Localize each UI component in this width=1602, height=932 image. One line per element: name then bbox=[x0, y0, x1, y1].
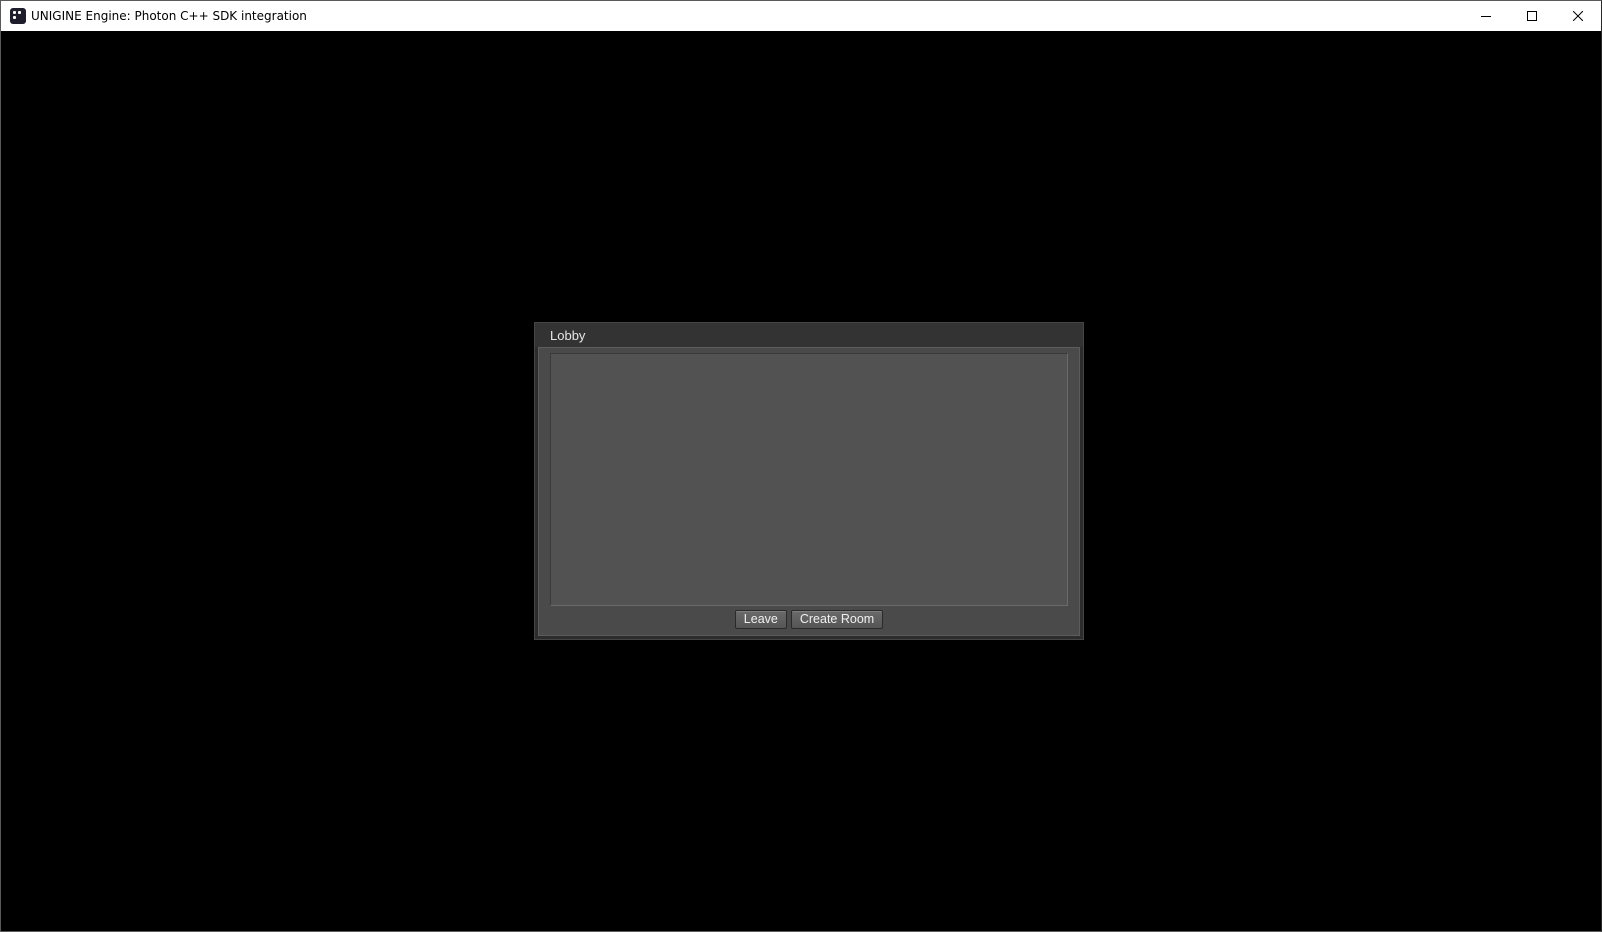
close-icon bbox=[1573, 11, 1583, 21]
close-button[interactable] bbox=[1555, 1, 1601, 31]
lobby-dialog: Lobby Leave Create Room bbox=[534, 322, 1084, 640]
lobby-dialog-header[interactable]: Lobby bbox=[535, 323, 1083, 347]
unigine-app-icon bbox=[10, 8, 26, 24]
room-list[interactable] bbox=[550, 353, 1068, 606]
lobby-dialog-body: Leave Create Room bbox=[538, 347, 1080, 636]
maximize-button[interactable] bbox=[1509, 1, 1555, 31]
app-window: UNIGINE Engine: Photon C++ SDK integrati… bbox=[0, 0, 1602, 932]
title-bar[interactable]: UNIGINE Engine: Photon C++ SDK integrati… bbox=[1, 1, 1601, 31]
lobby-dialog-title: Lobby bbox=[550, 327, 586, 343]
window-title: UNIGINE Engine: Photon C++ SDK integrati… bbox=[31, 9, 307, 23]
lobby-button-row: Leave Create Room bbox=[539, 610, 1079, 629]
minimize-button[interactable] bbox=[1463, 1, 1509, 31]
create-room-button[interactable]: Create Room bbox=[790, 610, 884, 629]
leave-button[interactable]: Leave bbox=[734, 610, 787, 629]
maximize-icon bbox=[1527, 11, 1537, 21]
minimize-icon bbox=[1481, 16, 1491, 17]
window-controls bbox=[1463, 1, 1601, 31]
render-viewport[interactable]: Lobby Leave Create Room bbox=[1, 31, 1601, 931]
